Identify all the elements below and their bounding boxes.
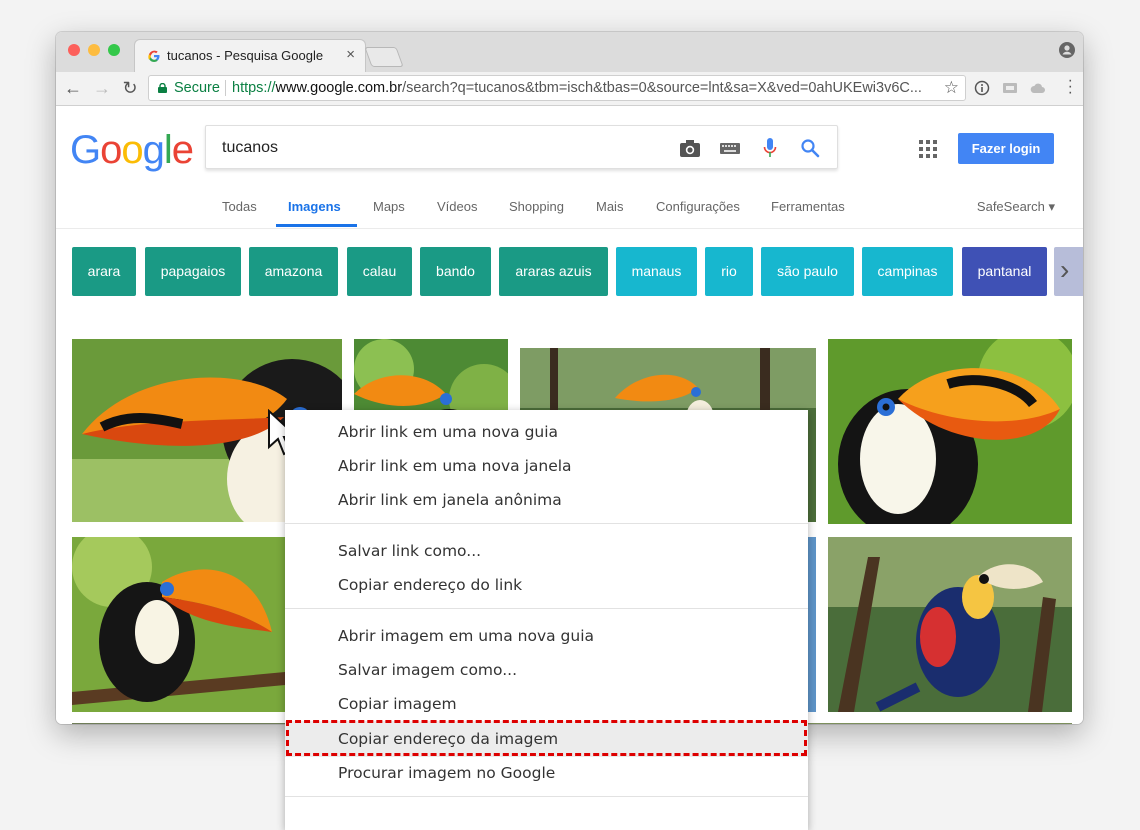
chip-campinas[interactable]: campinas xyxy=(862,247,953,296)
url-path: /search?q=tucanos&tbm=isch&tbas=0&source… xyxy=(402,80,922,96)
chip-calau[interactable]: calau xyxy=(347,247,412,296)
info-extension-icon[interactable] xyxy=(974,80,990,96)
image-thumbnail[interactable] xyxy=(72,537,285,712)
chip-papagaios[interactable]: papagaios xyxy=(145,247,241,296)
search-tabs: Todas Imagens Maps Vídeos Shopping Mais … xyxy=(56,196,1083,229)
google-logo[interactable]: Google xyxy=(70,128,194,173)
tab-title: tucanos - Pesquisa Google xyxy=(167,48,324,63)
menu-item-open-link-incognito[interactable]: Abrir link em janela anônima xyxy=(338,491,562,509)
toucan-photo xyxy=(828,537,1072,712)
address-separator xyxy=(225,80,226,96)
cloud-extension-icon[interactable] xyxy=(1030,80,1046,96)
url-text[interactable]: https://www.google.com.br/search?q=tucan… xyxy=(232,80,932,96)
keyboard-icon[interactable] xyxy=(719,138,741,158)
highlight-annotation xyxy=(286,720,807,756)
chip-manaus[interactable]: manaus xyxy=(616,247,697,296)
image-thumbnail[interactable] xyxy=(828,537,1072,712)
logo-letter: g xyxy=(142,128,165,172)
google-favicon-icon xyxy=(148,50,160,62)
minimize-window-button[interactable] xyxy=(88,44,100,56)
image-thumbnail[interactable] xyxy=(828,339,1072,524)
secure-label: Secure xyxy=(174,80,220,96)
logo-letter: e xyxy=(171,128,194,172)
chip-bando[interactable]: bando xyxy=(420,247,491,296)
menu-item-open-link-new-tab[interactable]: Abrir link em uma nova guia xyxy=(338,423,558,441)
tab-shopping[interactable]: Shopping xyxy=(509,199,564,214)
logo-letter: l xyxy=(163,128,173,172)
logo-letter: o xyxy=(100,128,122,172)
chip-amazona[interactable]: amazona xyxy=(249,247,338,296)
cast-extension-icon[interactable] xyxy=(1002,80,1018,96)
menu-item-search-image-google[interactable]: Procurar imagem no Google xyxy=(338,764,555,782)
bookmark-star-icon[interactable]: ☆ xyxy=(944,78,959,98)
active-tab-indicator xyxy=(276,224,357,227)
url-scheme: https:// xyxy=(232,80,276,96)
chip-rio[interactable]: rio xyxy=(705,247,753,296)
tab-strip: tucanos - Pesquisa Google × xyxy=(56,32,1083,72)
forward-icon[interactable]: → xyxy=(91,77,113,99)
image-thumbnail[interactable] xyxy=(808,537,816,712)
browser-tab[interactable]: tucanos - Pesquisa Google × xyxy=(134,39,366,72)
logo-letter: G xyxy=(70,128,101,172)
search-query: tucanos xyxy=(222,139,279,156)
close-window-button[interactable] xyxy=(68,44,80,56)
tab-configuracoes[interactable]: Configurações xyxy=(656,199,740,214)
tab-todas[interactable]: Todas xyxy=(222,199,257,214)
menu-separator xyxy=(285,608,808,609)
lock-icon xyxy=(158,83,167,93)
photo-edge xyxy=(808,723,1072,724)
tab-maps[interactable]: Maps xyxy=(373,199,405,214)
toucan-photo xyxy=(72,537,285,712)
browser-menu-icon[interactable]: · · · xyxy=(1068,73,1073,101)
menu-separator xyxy=(285,523,808,524)
menu-separator xyxy=(285,796,808,797)
address-bar[interactable]: Secure https://www.google.com.br/search?… xyxy=(148,75,966,101)
photo-edge xyxy=(72,723,285,724)
chip-sao-paulo[interactable]: são paulo xyxy=(761,247,854,296)
context-menu: Abrir link em uma nova guia Abrir link e… xyxy=(285,410,808,830)
menu-item-save-link-as[interactable]: Salvar link como... xyxy=(338,542,481,560)
tab-imagens[interactable]: Imagens xyxy=(288,199,341,214)
tab-videos[interactable]: Vídeos xyxy=(437,199,477,214)
tab-ferramentas[interactable]: Ferramentas xyxy=(771,199,845,214)
url-host: www.google.com.br xyxy=(275,80,403,96)
menu-item-copy-image[interactable]: Copiar imagem xyxy=(338,695,457,713)
reload-icon[interactable]: ↻ xyxy=(119,77,141,99)
logo-letter: o xyxy=(121,128,143,172)
menu-item-open-image-new-tab[interactable]: Abrir imagem em uma nova guia xyxy=(338,627,594,645)
browser-toolbar: ← → ↻ Secure https://www.google.com.br/s… xyxy=(56,72,1083,106)
google-apps-icon[interactable] xyxy=(919,140,937,158)
chip-araras-azuis[interactable]: araras azuis xyxy=(499,247,608,296)
new-tab-button[interactable] xyxy=(364,47,404,67)
safesearch-dropdown[interactable]: SafeSearch ▾ xyxy=(977,199,1055,215)
back-icon[interactable]: ← xyxy=(62,77,84,99)
image-thumbnail[interactable] xyxy=(72,723,285,724)
microphone-icon[interactable] xyxy=(759,138,781,158)
search-input[interactable]: tucanos xyxy=(205,125,838,169)
menu-item-copy-link-address[interactable]: Copiar endereço do link xyxy=(338,576,522,594)
photo-edge xyxy=(808,537,816,712)
search-icon[interactable] xyxy=(799,138,821,158)
chip-arara[interactable]: arara xyxy=(72,247,136,296)
maximize-window-button[interactable] xyxy=(108,44,120,56)
profile-icon[interactable] xyxy=(1059,42,1075,58)
image-thumbnail[interactable] xyxy=(808,723,1072,724)
tab-mais[interactable]: Mais xyxy=(596,199,623,214)
close-tab-icon[interactable]: × xyxy=(346,46,355,63)
login-button[interactable]: Fazer login xyxy=(958,133,1054,164)
chip-next-icon[interactable]: › xyxy=(1054,247,1083,296)
chip-pantanal[interactable]: pantanal xyxy=(962,247,1047,296)
camera-icon[interactable] xyxy=(679,138,701,158)
menu-item-open-link-new-window[interactable]: Abrir link em uma nova janela xyxy=(338,457,572,475)
toucan-photo xyxy=(828,339,1072,524)
menu-item-save-image-as[interactable]: Salvar imagem como... xyxy=(338,661,517,679)
